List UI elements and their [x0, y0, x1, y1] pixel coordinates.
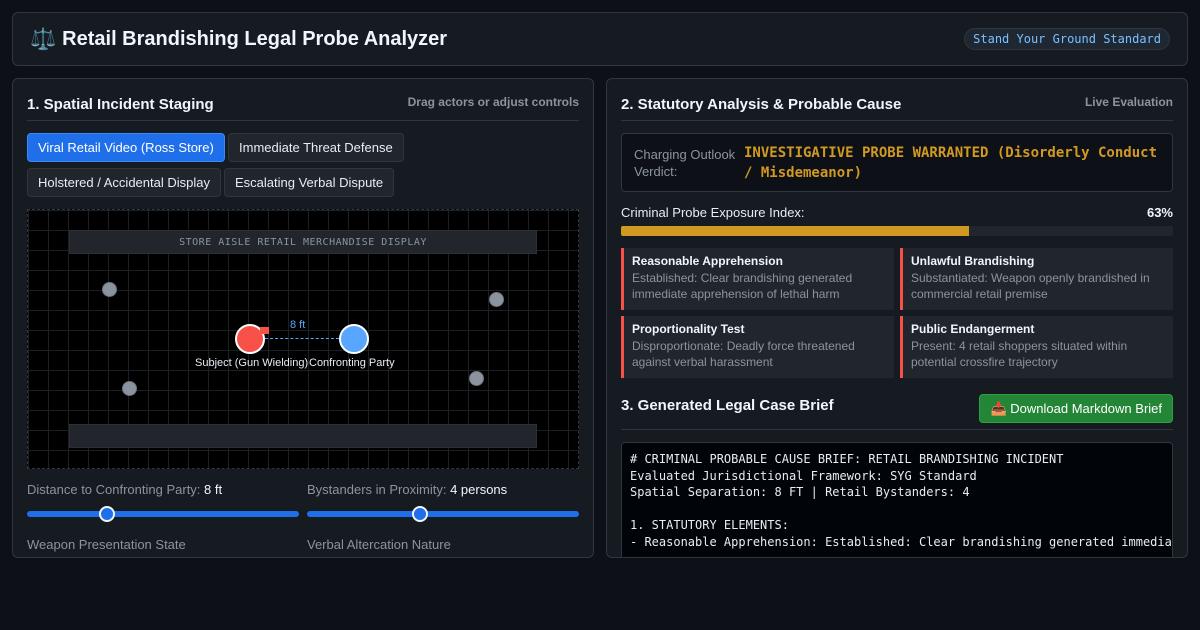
analysis-title: 2. Statutory Analysis & Probable Cause [621, 96, 902, 113]
analysis-panel-header: 2. Statutory Analysis & Probable Cause L… [621, 93, 1173, 121]
preset-viral-retail-video-button[interactable]: Viral Retail Video (Ross Store) [27, 133, 225, 162]
preset-immediate-threat-button[interactable]: Immediate Threat Defense [228, 133, 404, 162]
element-title: Unlawful Brandishing [911, 254, 1035, 268]
app-header: ⚖️ Retail Brandishing Legal Probe Analyz… [12, 12, 1188, 66]
weapon-state-label: Weapon Presentation State [27, 537, 186, 552]
separation-line [265, 338, 339, 339]
staging-panel: 1. Spatial Incident Staging Drag actors … [12, 78, 594, 558]
element-title: Reasonable Apprehension [632, 254, 783, 268]
verbal-nature-label: Verbal Altercation Nature [307, 537, 451, 552]
page-title: ⚖️ Retail Brandishing Legal Probe Analyz… [30, 28, 447, 51]
element-title: Proportionality Test [632, 322, 745, 336]
shelf-top: STORE AISLE RETAIL MERCHANDISE DISPLAY [69, 230, 537, 254]
brief-line: - Reasonable Apprehension: Established: … [630, 534, 1172, 549]
download-brief-label: Download Markdown Brief [1010, 400, 1162, 416]
preset-verbal-dispute-button[interactable]: Escalating Verbal Dispute [224, 168, 395, 197]
standard-badge: Stand Your Ground Standard [964, 28, 1170, 50]
element-desc: Disproportionate: Deadly force threatene… [632, 339, 855, 369]
scales-icon: ⚖️ [30, 27, 57, 51]
bystander-marker[interactable] [489, 292, 504, 307]
confronting-party-actor[interactable] [339, 324, 369, 354]
gun-icon [260, 327, 269, 334]
distance-value: 8 ft [204, 482, 223, 497]
element-card-unlawful-brandishing: Unlawful Brandishing Substantiated: Weap… [900, 248, 1173, 310]
brief-line [630, 501, 1164, 518]
preset-holstered-display-button[interactable]: Holstered / Accidental Display [27, 168, 221, 197]
exposure-label: Criminal Probe Exposure Index: [621, 205, 805, 220]
brief-line: 1. STATUTORY ELEMENTS: [630, 518, 789, 532]
exposure-row: Criminal Probe Exposure Index: 63% [621, 205, 1173, 220]
shelf-bottom [69, 424, 537, 448]
bystanders-value: 4 persons [450, 482, 508, 497]
verdict-value: INVESTIGATIVE PROBE WARRANTED (Disorderl… [744, 145, 1158, 181]
analysis-hint: Live Evaluation [1084, 95, 1173, 109]
bystanders-slider-thumb[interactable] [411, 506, 428, 522]
bystander-marker[interactable] [122, 381, 137, 396]
brief-line: # CRIMINAL PROBABLE CAUSE BRIEF: RETAIL … [630, 452, 1064, 466]
bystander-marker[interactable] [469, 371, 484, 386]
staging-title: 1. Spatial Incident Staging [27, 96, 214, 113]
element-card-public-endangerment: Public Endangerment Present: 4 retail sh… [900, 316, 1173, 378]
verdict-label: Charging Outlook Verdict: [634, 147, 736, 179]
bystanders-slider-track[interactable] [307, 511, 579, 517]
subject-label: Subject (Gun Wielding) [195, 357, 309, 369]
distance-slider[interactable] [27, 506, 299, 522]
staging-panel-header: 1. Spatial Incident Staging Drag actors … [27, 93, 579, 121]
download-brief-button[interactable]: 📥 Download Markdown Brief [979, 394, 1173, 423]
app-title-text: Retail Brandishing Legal Probe Analyzer [62, 27, 448, 50]
element-desc: Substantiated: Weapon openly brandished … [911, 271, 1150, 301]
brief-header: 3. Generated Legal Case Brief 📥 Download… [621, 393, 1173, 430]
verdict-box: Charging Outlook Verdict: INVESTIGATIVE … [621, 133, 1173, 192]
exposure-progress-bar [621, 226, 1173, 236]
bystanders-control-label: Bystanders in Proximity: 4 persons [307, 482, 508, 497]
confronting-party-label: Confronting Party [309, 357, 395, 369]
element-card-reasonable-apprehension: Reasonable Apprehension Established: Cle… [621, 248, 894, 310]
exposure-progress-fill [621, 226, 969, 236]
brief-output[interactable]: # CRIMINAL PROBABLE CAUSE BRIEF: RETAIL … [621, 442, 1173, 557]
distance-slider-thumb[interactable] [98, 506, 115, 522]
incident-stage[interactable]: STORE AISLE RETAIL MERCHANDISE DISPLAY 8… [27, 209, 579, 469]
inbox-tray-icon: 📥 [990, 400, 1007, 416]
brief-title: 3. Generated Legal Case Brief [621, 397, 834, 414]
brief-line: Evaluated Jurisdictional Framework: SYG … [630, 468, 977, 483]
bystanders-slider[interactable] [307, 506, 579, 522]
distance-slider-track[interactable] [27, 511, 299, 517]
element-desc: Present: 4 retail shoppers situated with… [911, 339, 1128, 369]
staging-hint: Drag actors or adjust controls [407, 95, 579, 109]
exposure-value: 63% [1146, 205, 1173, 220]
separation-distance-label: 8 ft [290, 319, 306, 331]
element-card-proportionality-test: Proportionality Test Disproportionate: D… [621, 316, 894, 378]
element-title: Public Endangerment [911, 322, 1035, 336]
element-desc: Established: Clear brandishing generated… [632, 271, 853, 301]
analysis-panel: 2. Statutory Analysis & Probable Cause L… [606, 78, 1188, 558]
brief-line: Spatial Separation: 8 FT | Retail Bystan… [630, 485, 970, 499]
bystander-marker[interactable] [102, 282, 117, 297]
distance-control-label: Distance to Confronting Party: 8 ft [27, 482, 223, 497]
